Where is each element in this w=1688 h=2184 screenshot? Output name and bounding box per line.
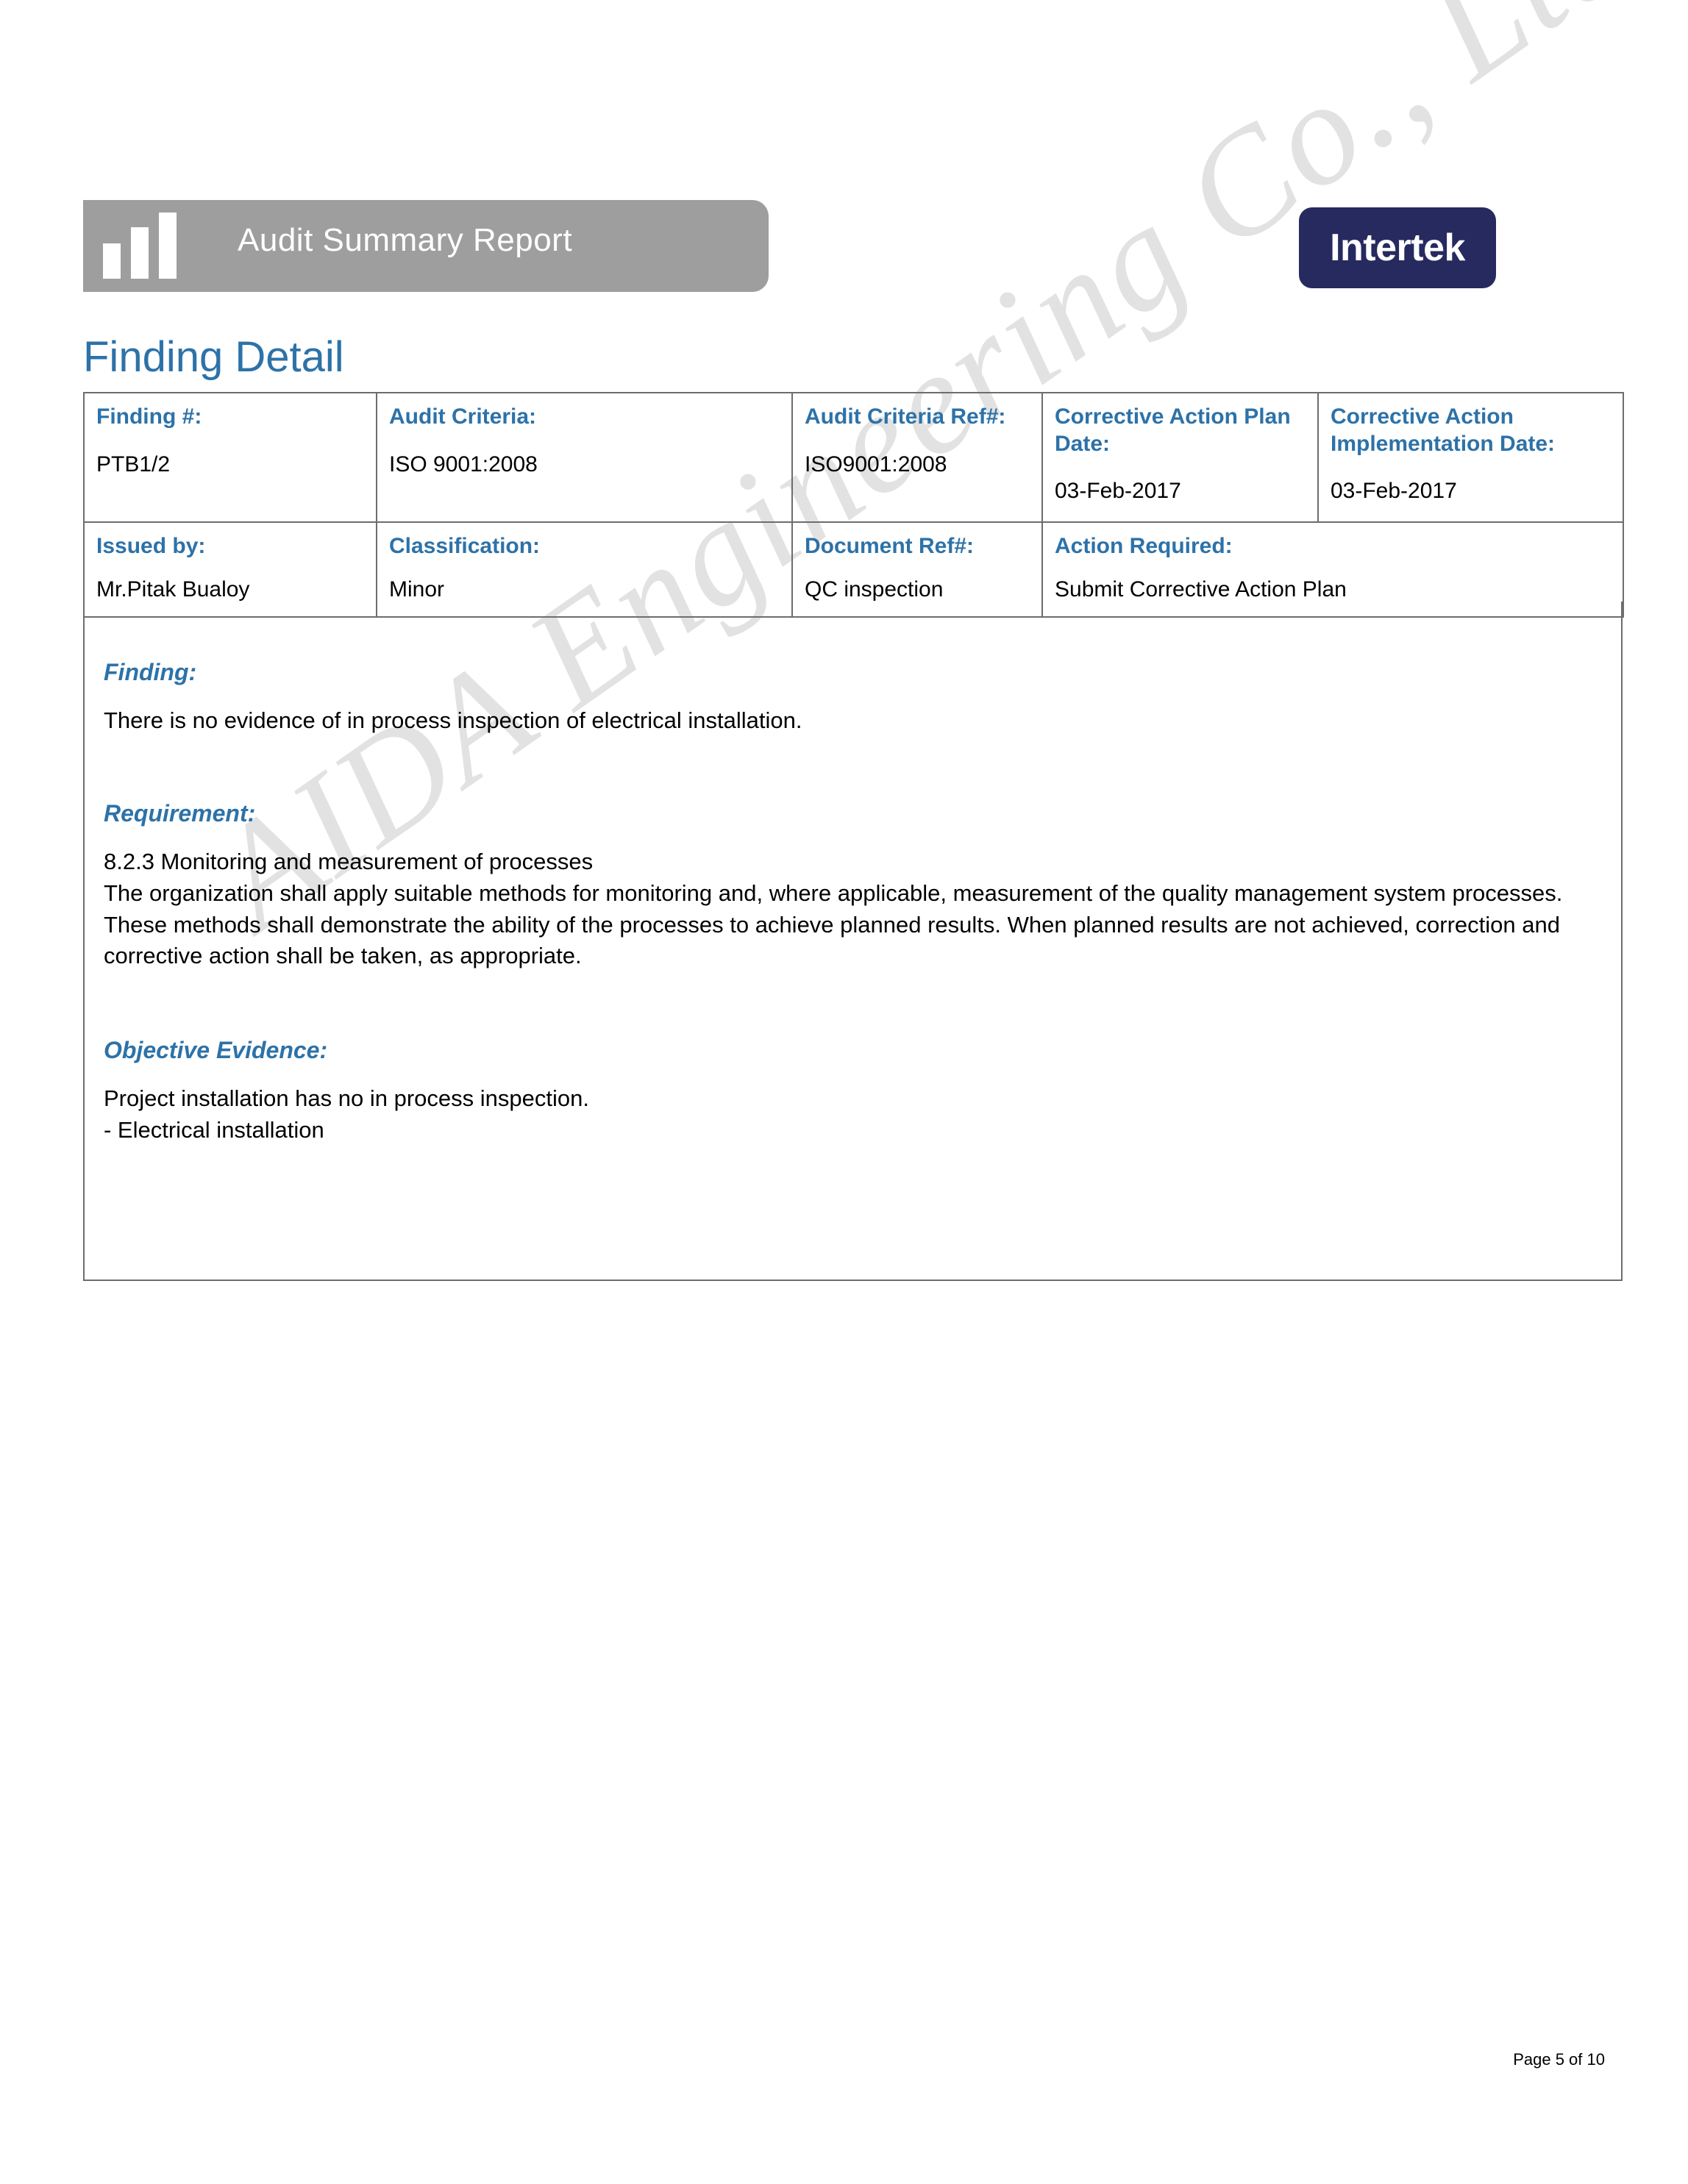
cell-label: Corrective Action Plan Date: bbox=[1055, 404, 1291, 456]
page-title: Finding Detail bbox=[83, 333, 344, 381]
cell-corrective-action-implementation-date: Corrective Action Implementation Date: 0… bbox=[1317, 392, 1624, 523]
cell-corrective-action-plan-date: Corrective Action Plan Date: 03-Feb-2017 bbox=[1041, 392, 1319, 523]
section-requirement: Requirement: 8.2.3 Monitoring and measur… bbox=[104, 800, 1589, 972]
cell-value: 03-Feb-2017 bbox=[1055, 479, 1181, 504]
report-banner: Audit Summary Report bbox=[83, 200, 769, 292]
section-body: 8.2.3 Monitoring and measurement of proc… bbox=[104, 849, 1563, 969]
cell-audit-criteria: Audit Criteria: ISO 9001:2008 bbox=[376, 392, 793, 523]
cell-finding-number: Finding #: PTB1/2 bbox=[83, 392, 377, 523]
finding-detail-table: Finding #: PTB1/2 Audit Criteria: ISO 90… bbox=[83, 392, 1624, 618]
cell-value: PTB1/2 bbox=[96, 452, 171, 477]
document-page: AIDA Engineering Co., Ltd Audit Summary … bbox=[0, 0, 1688, 2184]
cell-value: Submit Corrective Action Plan bbox=[1055, 577, 1347, 602]
cell-label: Classification: bbox=[389, 534, 541, 558]
section-objective-evidence: Objective Evidence: Project installation… bbox=[104, 1037, 1589, 1146]
cell-label: Audit Criteria Ref#: bbox=[805, 404, 1006, 429]
section-title: Requirement: bbox=[104, 800, 256, 827]
logo-text: Intertek bbox=[1330, 226, 1465, 269]
cell-label: Action Required: bbox=[1055, 534, 1233, 558]
cell-value: ISO 9001:2008 bbox=[389, 452, 538, 477]
cell-label: Finding #: bbox=[96, 404, 202, 429]
cell-label: Corrective Action Implementation Date: bbox=[1331, 404, 1556, 456]
cell-value: QC inspection bbox=[805, 577, 944, 602]
cell-value: 03-Feb-2017 bbox=[1331, 479, 1457, 504]
cell-audit-criteria-ref: Audit Criteria Ref#: ISO9001:2008 bbox=[791, 392, 1043, 523]
section-finding: Finding: There is no evidence of in proc… bbox=[104, 659, 1589, 737]
intertek-logo: Intertek bbox=[1299, 207, 1496, 288]
cell-value: Minor bbox=[389, 577, 445, 602]
cell-label: Issued by: bbox=[96, 534, 206, 558]
cell-label: Audit Criteria: bbox=[389, 404, 537, 429]
section-body: Project installation has no in process i… bbox=[104, 1085, 589, 1143]
cell-value: ISO9001:2008 bbox=[805, 452, 947, 477]
report-title: Audit Summary Report bbox=[238, 222, 573, 258]
cell-value: Mr.Pitak Bualoy bbox=[96, 577, 250, 602]
bar-chart-icon bbox=[103, 213, 188, 279]
cell-label: Document Ref#: bbox=[805, 534, 975, 558]
section-title: Finding: bbox=[104, 659, 197, 685]
section-title: Objective Evidence: bbox=[104, 1037, 328, 1063]
finding-detail-body: Finding: There is no evidence of in proc… bbox=[83, 602, 1623, 1281]
page-footer: Page 5 of 10 bbox=[1513, 2050, 1605, 2069]
section-body: There is no evidence of in process inspe… bbox=[104, 707, 802, 733]
table-row: Finding #: PTB1/2 Audit Criteria: ISO 90… bbox=[83, 392, 1624, 523]
